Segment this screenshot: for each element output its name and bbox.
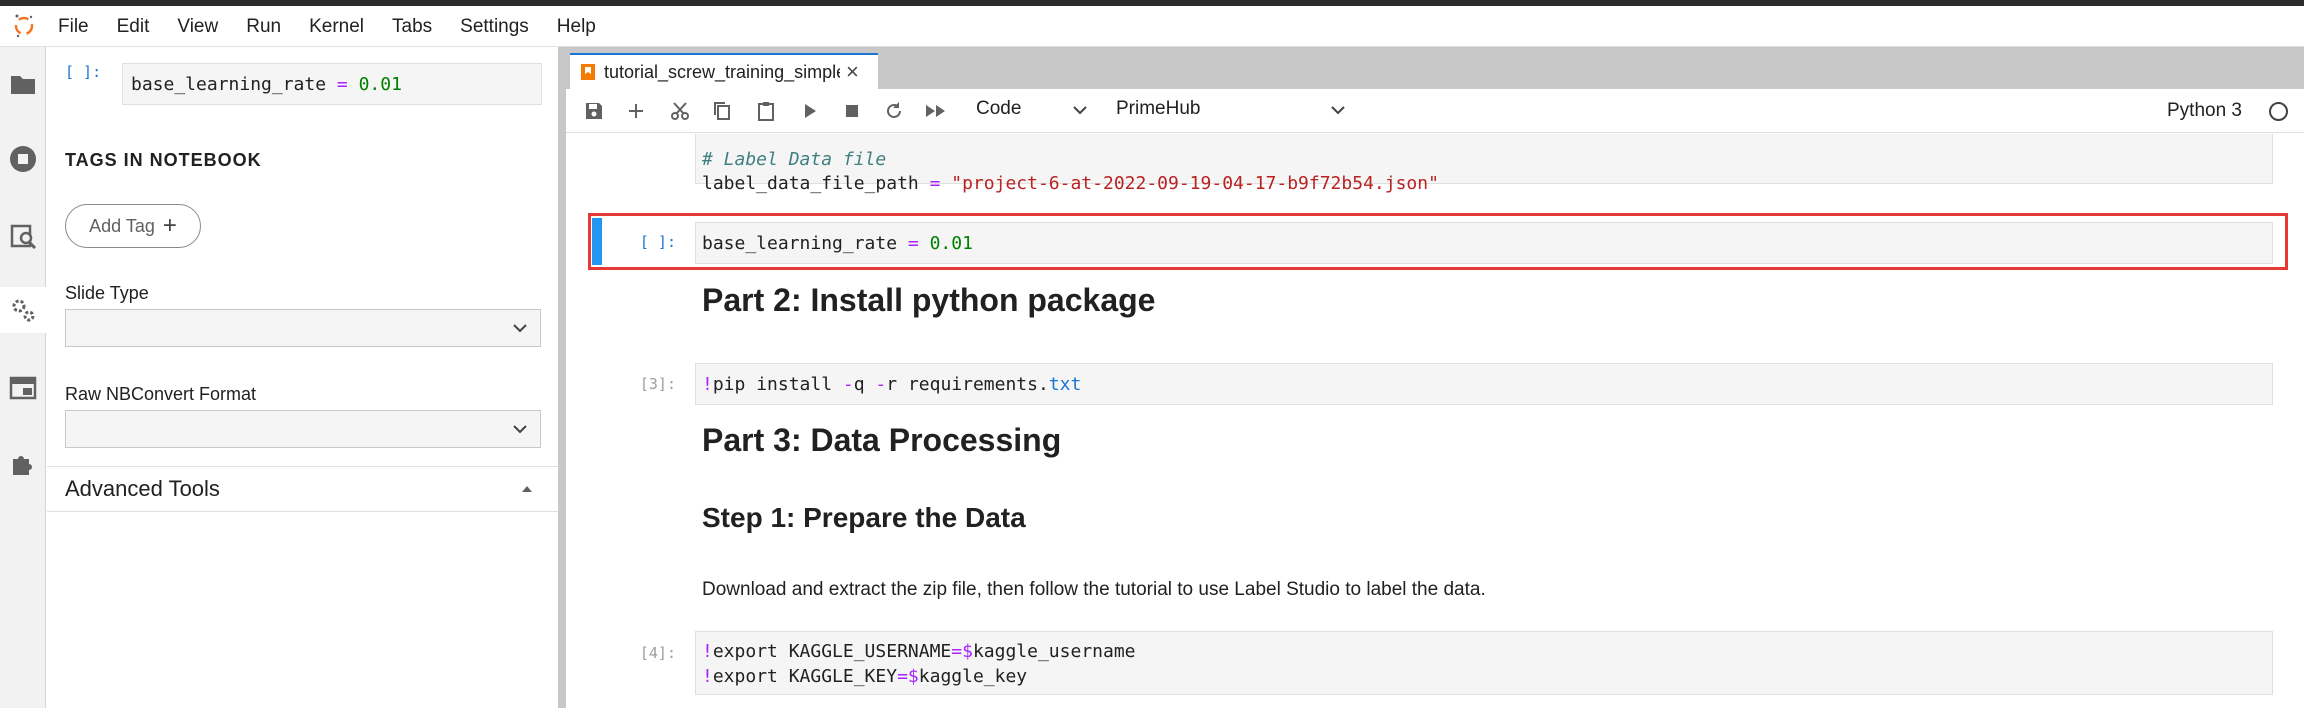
code-attribute: txt <box>1048 373 1082 395</box>
commands-icon[interactable] <box>0 213 46 259</box>
code-variable: base_learning_rate <box>702 232 898 254</box>
markdown-subheading: Step 1: Prepare the Data <box>702 502 1026 533</box>
code-dollar: $ <box>962 641 973 662</box>
plus-icon: + <box>162 212 177 239</box>
menu-run[interactable]: Run <box>232 6 295 47</box>
slide-type-label: Slide Type <box>65 283 149 303</box>
activity-bar <box>0 47 47 708</box>
image-value: PrimeHub <box>1116 98 1201 119</box>
code-dollar: $ <box>907 666 919 687</box>
image-select[interactable]: PrimeHub <box>1116 98 1346 124</box>
menu-help[interactable]: Help <box>543 6 610 47</box>
tab-notebook[interactable]: tutorial_screw_training_simple.ipynb × <box>570 53 878 89</box>
code-cell-input[interactable]: # Label Data file label_data_file_path =… <box>695 134 2273 194</box>
tab-label: tutorial_screw_training_simple.ipynb <box>604 61 840 82</box>
run-icon[interactable] <box>798 99 822 123</box>
code-variable: kaggle_key <box>918 666 1028 687</box>
paste-icon[interactable] <box>754 99 778 123</box>
extension-icon[interactable] <box>0 441 46 487</box>
code-cell-input[interactable]: base_learning_rate = 0.01 <box>695 222 2273 264</box>
code-number: 0.01 <box>929 232 973 254</box>
chevron-down-icon <box>1331 106 1345 115</box>
markdown-heading: Part 2: Install python package <box>702 282 1156 318</box>
property-inspector-panel: [ ]: base_learning_rate = 0.01 TAGS IN N… <box>47 47 558 708</box>
code-cell-input[interactable]: !export KAGGLE_USERNAME=$kaggle_username… <box>695 631 2273 695</box>
restart-icon[interactable] <box>882 99 906 123</box>
tags-section-title: TAGS IN NOTEBOOK <box>65 150 262 170</box>
code-variable: kaggle_username <box>972 641 1136 662</box>
menu-kernel[interactable]: Kernel <box>295 6 378 47</box>
chevron-down-icon <box>513 324 527 333</box>
code-text: export KAGGLE_USERNAME <box>712 641 952 662</box>
code-bang: ! <box>702 373 713 395</box>
notebook-toolbar: Code PrimeHub Python 3 <box>566 89 2304 133</box>
menu-view[interactable]: View <box>163 6 232 47</box>
code-operator: = <box>897 666 908 687</box>
raw-format-select[interactable] <box>65 410 541 448</box>
run-all-icon[interactable] <box>924 99 948 123</box>
code-string: "project-6-at-2022-09-19-04-17-b9f72b54.… <box>951 173 1439 194</box>
slide-type-select[interactable] <box>65 309 541 347</box>
caret-up-icon <box>522 486 532 492</box>
menu-file[interactable]: File <box>48 6 103 47</box>
code-operator: = <box>897 232 930 254</box>
notebook-cells: # Label Data file label_data_file_path =… <box>566 134 2304 708</box>
code-variable: label_data_file_path <box>702 173 919 194</box>
document-tab-bar: tutorial_screw_training_simple.ipynb × <box>566 47 2304 89</box>
jupyter-logo-icon <box>0 6 48 47</box>
code-text: export KAGGLE_KEY <box>712 666 898 687</box>
code-bang: ! <box>702 666 713 687</box>
cell-prompt: [3]: <box>639 375 676 393</box>
add-tag-button[interactable]: Add Tag + <box>65 204 201 248</box>
code-number: 0.01 <box>358 73 402 95</box>
panel-splitter[interactable] <box>558 47 566 708</box>
add-cell-icon[interactable] <box>624 99 648 123</box>
kernel-status-icon[interactable] <box>2269 102 2288 121</box>
code-bang: ! <box>702 641 713 662</box>
menu-bar: File Edit View Run Kernel Tabs Settings … <box>0 6 2304 47</box>
menu-edit[interactable]: Edit <box>103 6 164 47</box>
code-text: r requirements. <box>886 373 1049 395</box>
code-operator: - <box>842 373 854 395</box>
menu-settings[interactable]: Settings <box>446 6 543 47</box>
cell-prompt: [ ]: <box>639 233 676 251</box>
cell-preview-input: base_learning_rate = 0.01 <box>122 63 542 105</box>
cut-icon[interactable] <box>668 99 692 123</box>
tabs-icon[interactable] <box>0 365 46 411</box>
chevron-down-icon <box>513 425 527 434</box>
chevron-down-icon <box>1073 106 1087 115</box>
code-operator: - <box>875 373 887 395</box>
folder-icon[interactable] <box>0 61 46 107</box>
property-inspector-icon[interactable] <box>0 287 47 333</box>
code-cell-input[interactable]: !pip install -q -r requirements.txt <box>695 363 2273 405</box>
kernel-name[interactable]: Python 3 <box>2167 100 2242 122</box>
raw-format-label: Raw NBConvert Format <box>65 384 257 404</box>
markdown-heading: Part 3: Data Processing <box>702 422 1062 458</box>
cell-prompt: [4]: <box>639 644 676 662</box>
code-text: q <box>853 373 876 395</box>
code-operator: = <box>918 173 952 194</box>
advanced-tools-header[interactable]: Advanced Tools <box>47 466 558 512</box>
code-variable: base_learning_rate <box>131 73 327 95</box>
stop-icon[interactable] <box>840 99 864 123</box>
copy-icon[interactable] <box>710 99 734 123</box>
running-icon[interactable] <box>0 136 46 182</box>
code-operator: = <box>951 641 963 662</box>
notebook-icon <box>581 64 595 80</box>
notebook-area: tutorial_screw_training_simple.ipynb × <box>566 47 2304 708</box>
advanced-tools-label: Advanced Tools <box>65 476 220 501</box>
code-comment: # Label Data file <box>702 149 887 170</box>
add-tag-label: Add Tag <box>89 215 155 236</box>
cell-type-select[interactable]: Code <box>976 98 1088 124</box>
markdown-paragraph: Download and extract the zip file, then … <box>702 579 1486 600</box>
code-text: pip install <box>712 373 843 395</box>
save-icon[interactable] <box>582 99 606 123</box>
cell-prompt: [ ]: <box>65 63 102 81</box>
close-icon[interactable]: × <box>846 61 859 83</box>
active-cell-preview: [ ]: <box>65 63 101 81</box>
cell-type-value: Code <box>976 98 1022 119</box>
code-operator: = <box>326 73 359 95</box>
menu-tabs[interactable]: Tabs <box>378 6 446 47</box>
